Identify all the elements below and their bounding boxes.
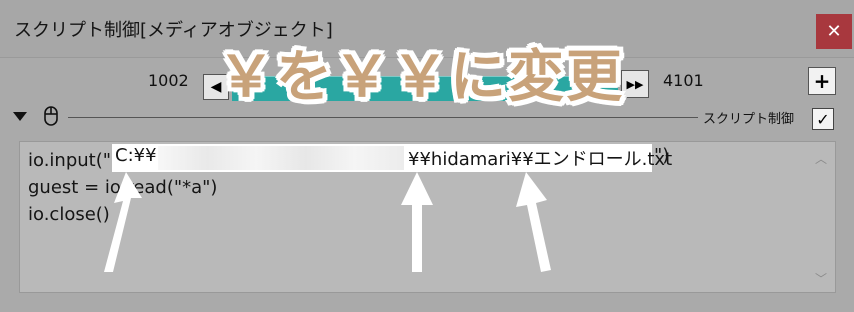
path-prefix: C:¥¥ [115,145,157,166]
close-icon: ✕ [826,21,842,42]
end-frame-label: 4101 [663,71,704,90]
collapse-triangle-icon[interactable] [13,112,27,121]
code-line-3: io.close() [28,204,110,225]
script-control-label: スクリプト制御 [703,112,795,127]
code-line-1: io.input(" [28,150,112,171]
redacted-path [158,146,404,170]
mouse-icon [44,106,58,126]
section-divider [68,117,698,118]
start-frame-label: 1002 [148,71,189,90]
next-frame-button[interactable]: ▶▶ [621,70,649,98]
script-control-checkbox[interactable]: ✓ [812,108,834,130]
scroll-down-icon[interactable]: ﹀ [815,270,829,286]
annotation-caption: ￥を￥￥に変更 [218,45,624,110]
scroll-up-icon[interactable]: ︿ [815,150,829,166]
add-button[interactable]: + [808,67,836,95]
check-icon: ✓ [816,109,830,129]
fast-forward-icon: ▶▶ [626,77,644,91]
path-suffix: ¥¥hidamari¥¥エンドロール.txt [408,149,673,170]
line1-tail: ") [654,145,670,166]
plus-icon: + [813,69,831,93]
close-button[interactable]: ✕ [816,14,852,49]
code-line-2: guest = io.read("*a") [28,177,218,198]
